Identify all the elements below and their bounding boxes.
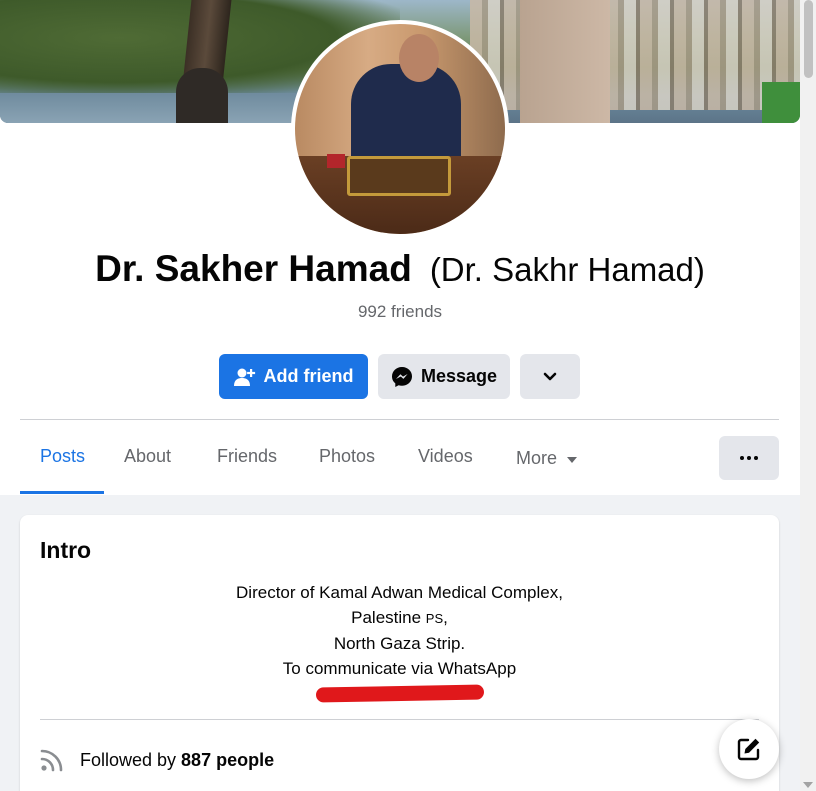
edit-icon	[737, 738, 760, 761]
profile-options-button[interactable]	[719, 436, 779, 480]
bio-line: Director of Kamal Adwan Medical Complex,	[236, 583, 563, 602]
divider	[20, 419, 779, 420]
chevron-down-icon	[543, 372, 557, 380]
profile-avatar[interactable]	[291, 20, 509, 238]
profile-name-row: Dr. Sakher Hamad (Dr. Sakhr Hamad)	[0, 248, 800, 290]
name-plate	[347, 156, 451, 196]
message-label: Message	[420, 366, 498, 386]
scrollbar-thumb[interactable]	[804, 0, 813, 78]
message-button[interactable]: Message	[378, 354, 510, 399]
tab-posts[interactable]: Posts	[40, 446, 85, 467]
ps-flag: PS	[425, 611, 444, 626]
messenger-icon	[391, 366, 412, 387]
tab-more-label: More	[516, 448, 558, 468]
tab-about[interactable]: About	[124, 446, 171, 467]
divider	[40, 719, 759, 720]
tab-friends[interactable]: Friends	[217, 446, 277, 467]
bio-line-country: Palestine PS,	[351, 608, 448, 627]
scroll-down-arrow-icon[interactable]	[803, 782, 813, 788]
redaction-mark	[315, 684, 485, 703]
add-friend-button[interactable]: Add friend	[219, 354, 368, 399]
tab-videos[interactable]: Videos	[418, 446, 473, 467]
scrollbar-track[interactable]	[800, 0, 816, 791]
intro-bio: Director of Kamal Adwan Medical Complex,…	[20, 580, 779, 681]
caret-down-icon	[567, 456, 578, 463]
tab-more[interactable]: More	[516, 448, 578, 469]
bio-line: To communicate via WhatsApp	[282, 659, 517, 678]
profile-name: Dr. Sakher Hamad	[95, 248, 412, 289]
bio-line: North Gaza Strip.	[333, 634, 466, 653]
rss-icon	[40, 749, 63, 772]
intro-title: Intro	[40, 537, 92, 563]
followed-prefix: Followed by	[80, 749, 177, 770]
more-dots-icon	[740, 456, 758, 460]
intro-card: Intro Director of Kamal Adwan Medical Co…	[20, 515, 779, 791]
person-add-icon	[233, 368, 255, 386]
add-friend-label: Add friend	[263, 366, 354, 386]
friends-count[interactable]: 992 friends	[0, 302, 800, 322]
more-actions-button[interactable]	[520, 354, 580, 399]
followed-count: 887 people	[181, 749, 275, 770]
edit-button[interactable]	[719, 719, 779, 779]
active-tab-indicator	[20, 491, 104, 494]
tab-photos[interactable]: Photos	[319, 446, 375, 467]
profile-alternate-name: (Dr. Sakhr Hamad)	[429, 251, 705, 288]
followed-by[interactable]: Followed by 887 people	[40, 748, 274, 772]
